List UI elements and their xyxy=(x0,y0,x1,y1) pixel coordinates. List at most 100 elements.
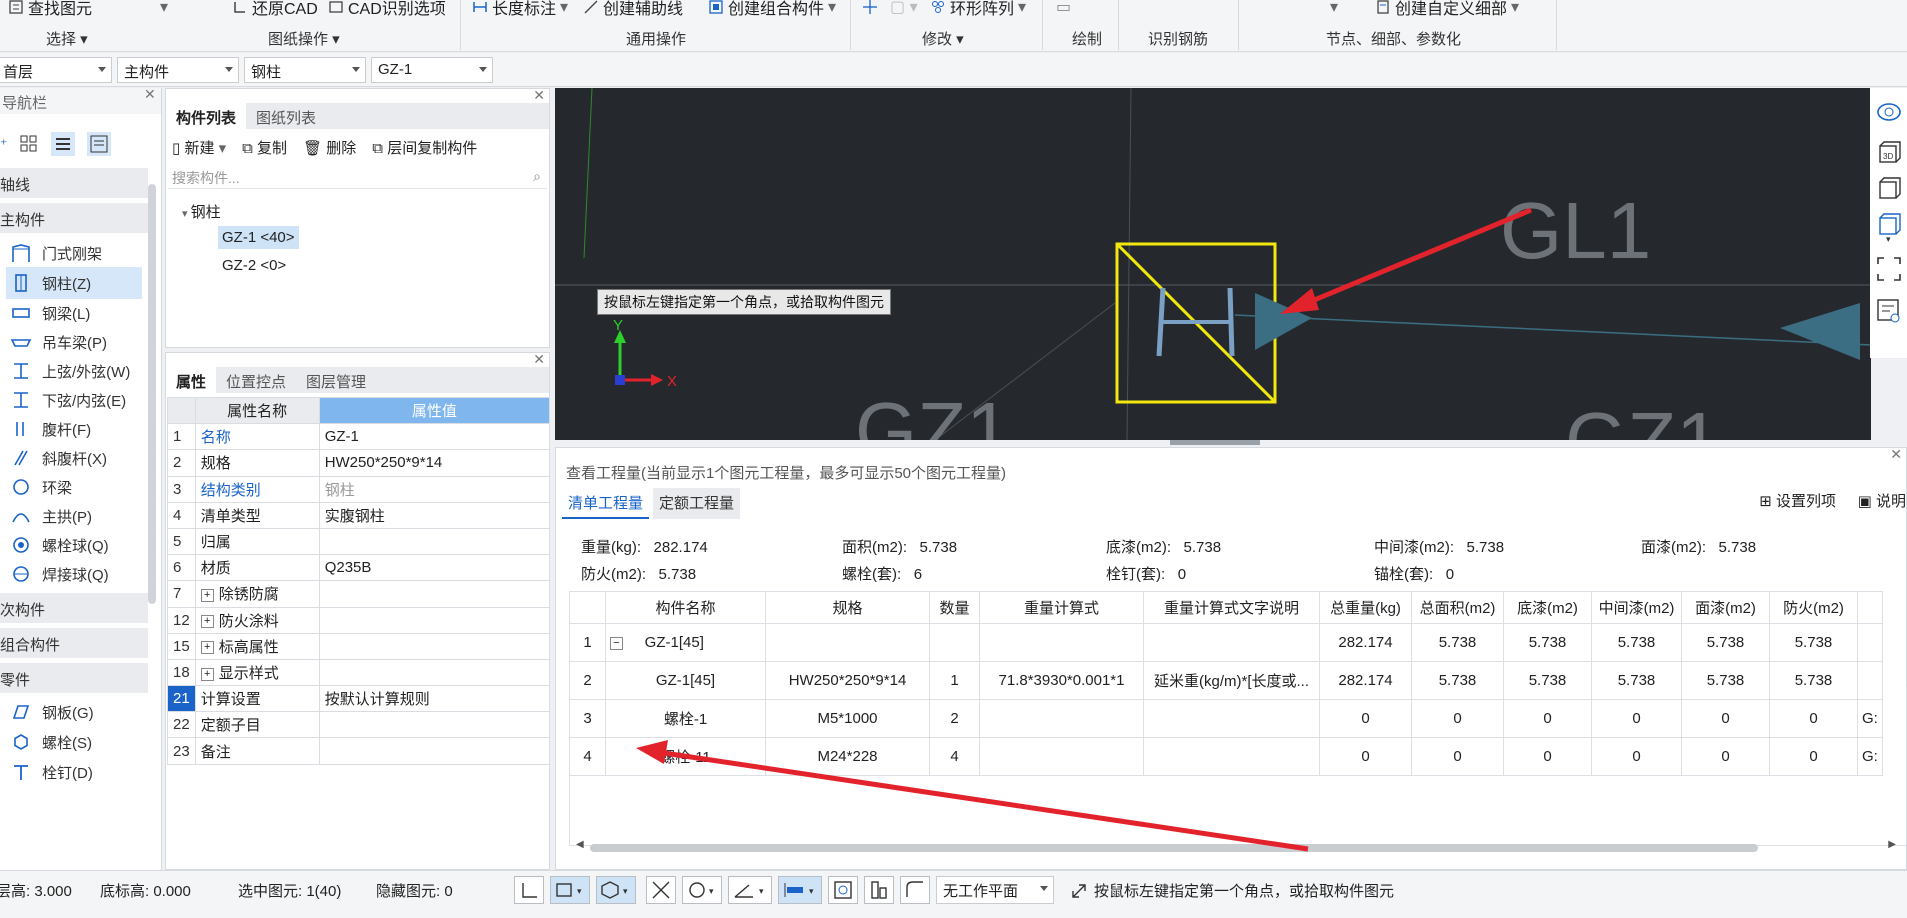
delete-button[interactable]: 🗑 删除 xyxy=(303,137,356,158)
nav-item-steel-beam[interactable]: 钢梁(L) xyxy=(6,297,142,329)
group-select[interactable]: 选择 ▾ xyxy=(46,28,88,49)
restore-cad-button[interactable]: 还原CAD xyxy=(232,0,318,18)
copy-button[interactable]: ⧉ 复制 xyxy=(242,137,287,158)
nav-item-ring-beam[interactable]: 环梁 xyxy=(6,471,142,503)
draw-tool-icon[interactable]: ▭ xyxy=(1056,0,1071,17)
prop-row[interactable]: 23 备注 xyxy=(167,737,551,765)
column-toggle[interactable] xyxy=(864,876,894,904)
find-element-button[interactable]: 查找图元 xyxy=(8,0,92,18)
arc-toggle[interactable] xyxy=(900,876,930,904)
fullscreen-icon[interactable] xyxy=(1876,256,1902,282)
nav-item-welded-ball[interactable]: 焊接球(Q) xyxy=(6,558,142,590)
close-icon[interactable]: ✕ xyxy=(1890,446,1902,463)
cad-options-button[interactable]: CAD识别选项 xyxy=(328,0,446,18)
3d-view-icon[interactable]: 3D xyxy=(1876,140,1902,166)
copy-tool-icon[interactable]: ▢ ▾ xyxy=(890,0,918,17)
prop-row[interactable]: 18 + 显示样式 xyxy=(167,658,551,687)
tree-root[interactable]: ▾ 钢柱 xyxy=(182,201,221,222)
layer-toggle[interactable] xyxy=(828,876,858,904)
nav-item-web-member[interactable]: 腹杆(F) xyxy=(6,413,142,445)
cube-view-icon[interactable] xyxy=(1876,176,1902,202)
nav-group-axis[interactable]: 轴线 xyxy=(0,168,148,198)
prop-row[interactable]: 22 定额子目 xyxy=(167,711,551,739)
angle-toggle[interactable]: ▾ xyxy=(728,876,772,904)
snap-rect-toggle[interactable]: ▾ xyxy=(550,876,590,904)
expand-icon[interactable]: + xyxy=(200,615,214,629)
nav-group-parts[interactable]: 零件 xyxy=(0,663,148,693)
cube-blue-view-icon[interactable]: ▾ xyxy=(1876,212,1902,242)
nav-item-bolt-ball[interactable]: 螺栓球(Q) xyxy=(6,529,142,561)
ortho-toggle[interactable] xyxy=(514,876,544,904)
splitter-handle[interactable] xyxy=(1170,440,1260,445)
nav-item-bolt[interactable]: 螺栓(S) xyxy=(6,726,142,758)
nav-item-steel-plate[interactable]: 钢板(G) xyxy=(6,696,142,728)
tab-layer-management[interactable]: 图层管理 xyxy=(296,367,376,393)
list-view-icon[interactable] xyxy=(51,132,76,156)
dropdown-arrow[interactable]: ▾ xyxy=(1330,0,1338,17)
category-select[interactable]: 主构件 xyxy=(117,57,239,83)
expand-icon[interactable]: + xyxy=(200,641,214,655)
prop-row[interactable]: 1 名称 GZ-1 xyxy=(167,423,551,451)
aux-line-button[interactable]: 创建辅助线 xyxy=(583,0,683,18)
3d-snap-toggle[interactable]: ▾ xyxy=(596,876,636,904)
length-dimension-button[interactable]: 长度标注 ▾ xyxy=(472,0,568,18)
sparkle-icon[interactable]: ⁺ xyxy=(0,136,7,153)
nav-item-diagonal-web[interactable]: 斜腹杆(X) xyxy=(6,442,142,474)
circular-array-button[interactable]: 环形阵列 ▾ xyxy=(930,0,1026,18)
nav-scrollbar[interactable] xyxy=(148,184,156,604)
tab-position-control[interactable]: 位置控点 xyxy=(216,367,296,393)
component-search-input[interactable]: 搜索构件... ⌕ xyxy=(168,165,547,189)
work-plane-select[interactable]: 无工作平面 xyxy=(936,876,1054,904)
nav-item-portal-frame[interactable]: 门式刚架 xyxy=(6,237,142,269)
move-button[interactable] xyxy=(862,0,878,17)
scroll-right-icon[interactable]: ▶ xyxy=(1888,839,1896,850)
close-icon[interactable]: ✕ xyxy=(144,86,156,103)
prop-row[interactable]: 3 结构类别 钢柱 xyxy=(167,475,551,503)
group-modify[interactable]: 修改 ▾ xyxy=(922,28,964,49)
nav-group-main[interactable]: 主构件 xyxy=(0,203,148,233)
set-columns-button[interactable]: ⊞ 设置列项 xyxy=(1759,490,1836,511)
new-button[interactable]: ▯ 新建 ▾ xyxy=(172,137,226,158)
tree-item-gz1[interactable]: GZ-1 <40> xyxy=(218,226,299,249)
custom-detail-button[interactable]: 创建自定义细部 ▾ xyxy=(1375,0,1519,18)
display-settings-icon[interactable] xyxy=(1876,298,1902,324)
prop-row[interactable]: 2 规格 HW250*250*9*14 xyxy=(167,449,551,477)
floor-select[interactable]: 首层 xyxy=(0,57,112,83)
help-button[interactable]: ▣ 说明 xyxy=(1858,490,1906,511)
expand-icon[interactable]: + xyxy=(200,667,214,681)
tab-properties[interactable]: 属性 xyxy=(166,367,217,393)
tree-item-gz2[interactable]: GZ-2 <0> xyxy=(222,257,286,274)
rotate-toggle[interactable]: ▾ xyxy=(682,876,722,904)
dimension-toggle[interactable]: ▾ xyxy=(778,876,822,904)
nav-group-assembly[interactable]: 组合构件 xyxy=(0,628,148,658)
nav-item-lower-chord[interactable]: 下弦/内弦(E) xyxy=(6,384,142,416)
tab-component-list[interactable]: 构件列表 xyxy=(166,103,247,129)
drawing-canvas[interactable]: GL1 GZ1 GZ1 Y X 按鼠标左键指定第一个角点，或拾取构件图元 xyxy=(555,88,1871,440)
expand-icon[interactable]: + xyxy=(200,588,214,602)
prop-row[interactable]: 4 清单类型 实腹钢柱 xyxy=(167,501,551,529)
prop-row[interactable]: 6 材质 Q235B xyxy=(167,554,551,582)
detail-view-icon[interactable] xyxy=(87,132,112,156)
component-select[interactable]: GZ-1 xyxy=(371,57,493,83)
nav-group-secondary[interactable]: 次构件 xyxy=(0,593,148,623)
nav-item-main-arch[interactable]: 主拱(P) xyxy=(6,500,142,532)
create-group-button[interactable]: 创建组合构件 ▾ xyxy=(708,0,836,18)
tab-drawing-list[interactable]: 图纸列表 xyxy=(246,103,326,129)
type-select[interactable]: 钢柱 xyxy=(244,57,366,83)
prop-row[interactable]: 15 + 标高属性 xyxy=(167,632,551,660)
orbit-icon[interactable] xyxy=(1876,100,1902,124)
prop-row[interactable]: 12 + 防火涂料 xyxy=(167,606,551,634)
close-icon[interactable]: ✕ xyxy=(533,351,545,368)
dropdown-arrow[interactable]: ▾ xyxy=(160,0,168,17)
prop-row[interactable]: 21 计算设置 按默认计算规则 xyxy=(167,685,551,713)
group-drawing-ops[interactable]: 图纸操作 ▾ xyxy=(268,28,340,49)
nav-item-upper-chord[interactable]: 上弦/外弦(W) xyxy=(6,355,142,387)
cross-toggle[interactable] xyxy=(646,876,676,904)
nav-item-steel-column[interactable]: 钢柱(Z) xyxy=(6,267,142,299)
nav-item-stud[interactable]: 栓钉(D) xyxy=(6,756,142,788)
grid-view-icon[interactable] xyxy=(19,134,39,154)
floor-copy-button[interactable]: ⧉ 层间复制构件 xyxy=(372,137,477,158)
prop-row[interactable]: 5 归属 xyxy=(167,527,551,556)
prop-row[interactable]: 7 + 除锈防腐 xyxy=(167,580,551,608)
close-icon[interactable]: ✕ xyxy=(533,87,545,104)
